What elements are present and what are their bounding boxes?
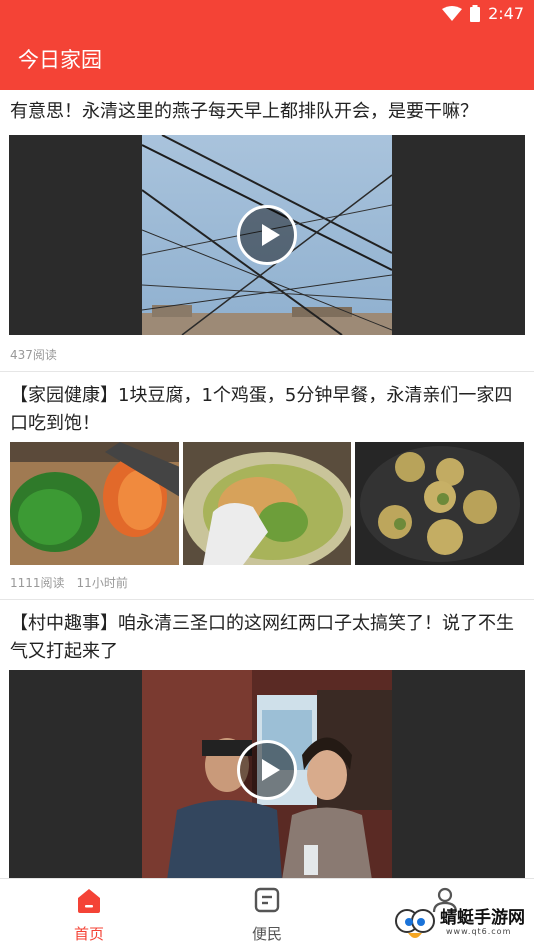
play-button[interactable]	[237, 205, 297, 265]
battery-icon	[470, 5, 481, 22]
read-count: 1111阅读	[10, 576, 65, 590]
nav-services-label: 便民	[251, 925, 282, 943]
wifi-icon	[442, 5, 463, 21]
document-icon	[254, 887, 280, 913]
watermark-url: www.qt6.com	[446, 927, 512, 936]
feed-item-title[interactable]: 有意思！永清这里的燕子每天早上都排队开会，是要干嘛？	[10, 98, 526, 126]
nav-services[interactable]: 便民	[178, 879, 356, 949]
feed-item-title[interactable]: 【村中趣事】咱永清三圣口的这网红两口子太搞笑了！说了不生气又打起来了	[10, 610, 526, 666]
dragonfly-logo-icon	[395, 909, 435, 938]
image-row	[10, 442, 525, 565]
read-count: 437阅读	[10, 348, 57, 362]
status-time: 2:47	[488, 4, 524, 23]
home-icon	[78, 889, 100, 913]
app-bar: 今日家园	[0, 28, 534, 90]
nav-home-label: 首页	[73, 925, 104, 943]
video-player[interactable]	[9, 670, 525, 878]
post-time: 11小时前	[76, 576, 128, 590]
news-feed[interactable]: 有意思！永清这里的燕子每天早上都排队开会，是要干嘛？ 437阅读 【家园健康】1…	[0, 90, 534, 878]
play-button[interactable]	[237, 740, 297, 800]
feed-item-video-3[interactable]: 【村中趣事】咱永清三圣口的这网红两口子太搞笑了！说了不生气又打起来了	[0, 600, 534, 878]
status-bar: 2:47	[0, 0, 534, 28]
video-player[interactable]	[9, 135, 525, 335]
thumbnail-image	[10, 442, 179, 565]
feed-item-images-2[interactable]: 【家园健康】1块豆腐，1个鸡蛋，5分钟早餐，永清亲们一家四口吃到饱！ 1111阅…	[0, 372, 534, 600]
feed-item-video-1[interactable]: 有意思！永清这里的燕子每天早上都排队开会，是要干嘛？ 437阅读	[0, 90, 534, 372]
status-bar-right: 2:47	[442, 4, 524, 23]
thumbnail-image	[355, 442, 525, 565]
meta-row: 1111阅读 11小时前	[10, 574, 128, 591]
thumbnail-image	[182, 442, 352, 565]
nav-home[interactable]: 首页	[0, 879, 178, 949]
feed-item-title[interactable]: 【家园健康】1块豆腐，1个鸡蛋，5分钟早餐，永清亲们一家四口吃到饱！	[10, 382, 526, 438]
site-watermark: 蜻蜓手游网 www.qt6.com	[394, 901, 528, 945]
watermark-text: 蜻蜓手游网	[440, 908, 525, 928]
app-title: 今日家园	[18, 48, 102, 72]
